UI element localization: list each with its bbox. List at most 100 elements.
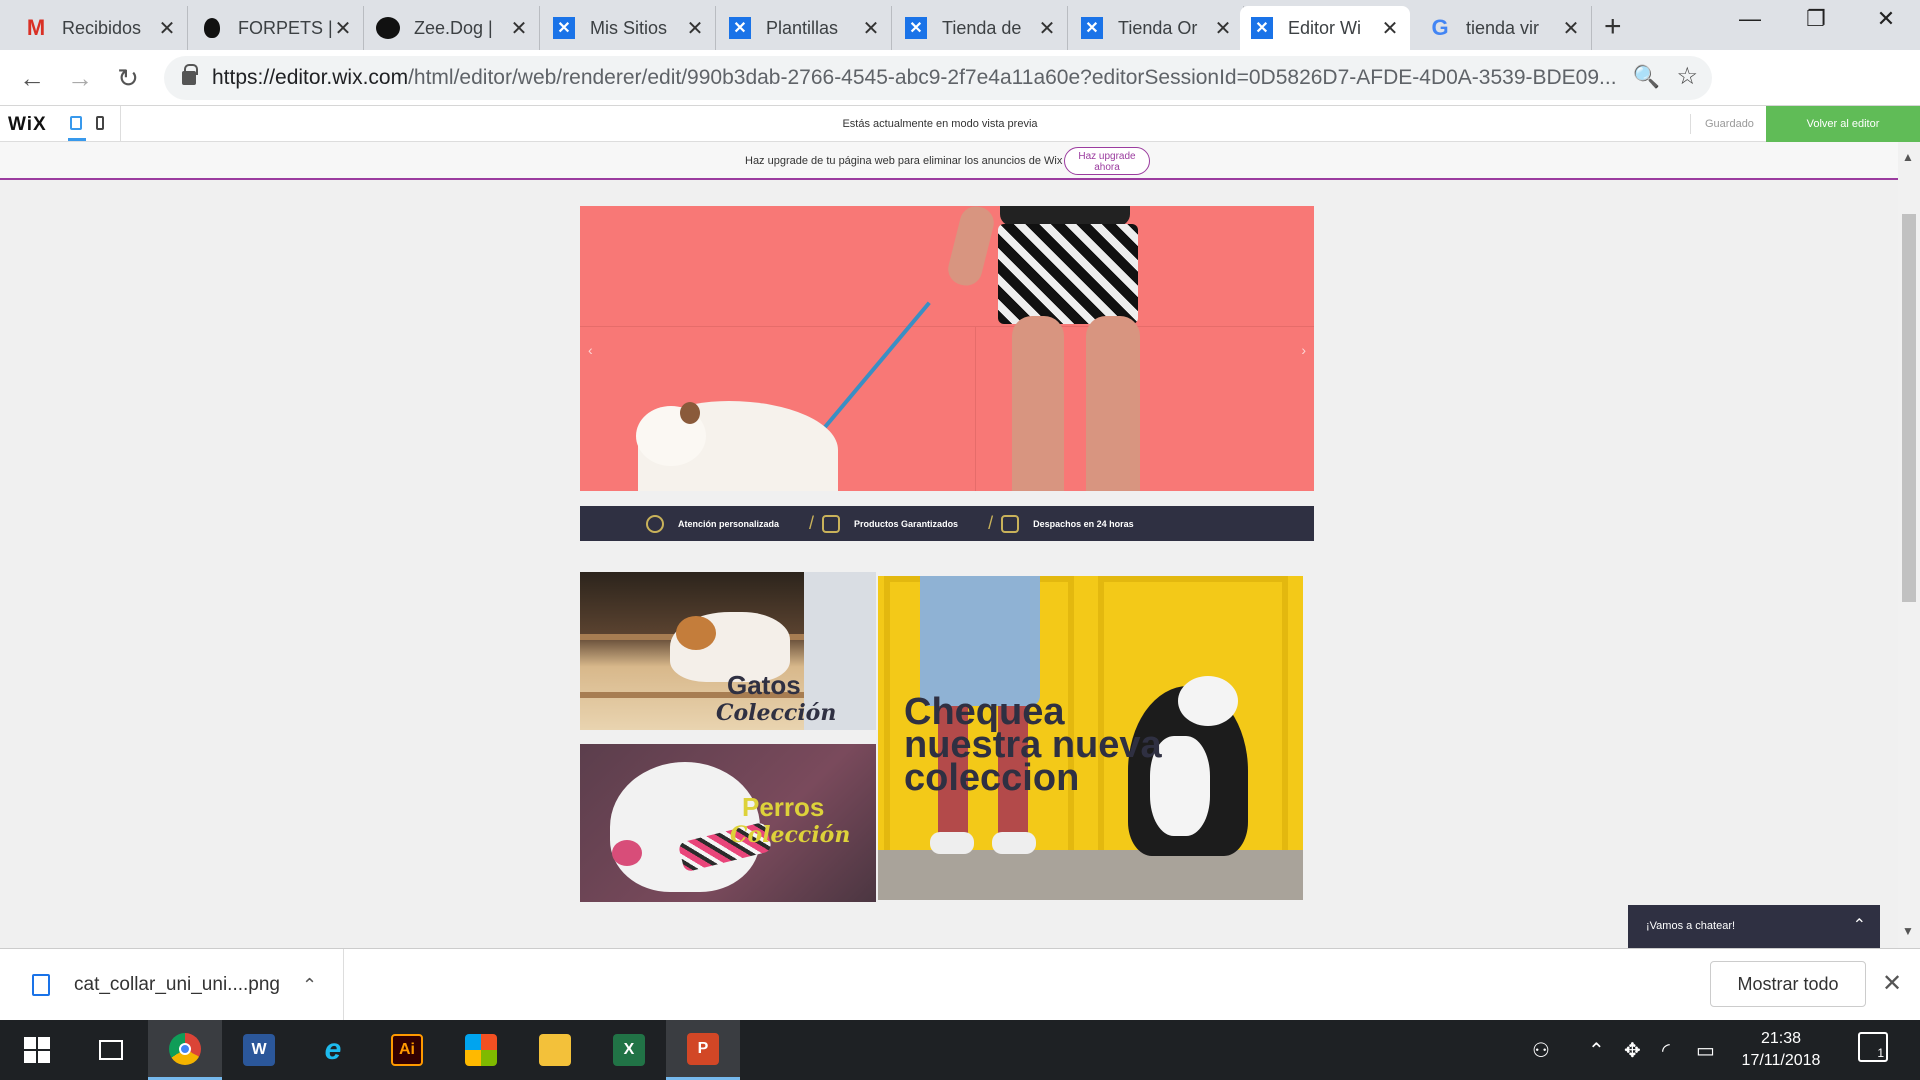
chevron-up-icon[interactable]: ⌃ — [302, 975, 317, 996]
tab-plantillas[interactable]: ✕ Plantillas ✕ — [718, 6, 892, 50]
cats-title: Gatos — [727, 670, 801, 700]
sneaker — [930, 832, 974, 854]
close-window-button[interactable]: ✕ — [1866, 6, 1906, 32]
minimize-button[interactable]: — — [1730, 6, 1770, 32]
download-item[interactable]: cat_collar_uni_uni....png ⌃ — [0, 949, 344, 1021]
tab-tienda-or[interactable]: ✕ Tienda Or ✕ — [1070, 6, 1244, 50]
start-button[interactable] — [0, 1020, 74, 1080]
close-tab-icon[interactable]: ✕ — [509, 16, 529, 41]
illustrator-icon: Ai — [391, 1034, 423, 1066]
preview-mode-message: Estás actualmente en modo vista previa — [842, 118, 1038, 130]
hero-banner-image: ‹ › — [580, 206, 1314, 491]
cats-collection-tile[interactable]: Gatos Colección — [580, 572, 876, 730]
chrome-icon — [169, 1032, 201, 1065]
slider-next-icon[interactable]: › — [1301, 342, 1306, 358]
address-bar[interactable]: https://editor.wix.com/html/editor/web/r… — [164, 56, 1712, 100]
wix-icon: ✕ — [728, 16, 752, 40]
system-clock[interactable]: 21:38 17/11/2018 — [1736, 1028, 1826, 1072]
taskbar-illustrator[interactable]: Ai — [370, 1020, 444, 1080]
close-tab-icon[interactable]: ✕ — [1213, 16, 1233, 41]
scrollbar-thumb[interactable] — [1902, 214, 1916, 602]
dog-tongue — [612, 840, 642, 866]
chat-widget[interactable]: ¡Vamos a chatear! ⌃ — [1628, 905, 1880, 948]
close-tab-icon[interactable]: ✕ — [157, 16, 177, 41]
gmail-icon: M — [26, 15, 46, 40]
microsoft-store-icon — [465, 1034, 497, 1066]
show-hidden-icons-icon[interactable]: ⌃ — [1588, 1038, 1605, 1063]
tab-title: Tienda de — [942, 17, 1022, 38]
upgrade-banner: Haz upgrade de tu página web para elimin… — [0, 142, 1898, 180]
close-tab-icon[interactable]: ✕ — [1380, 16, 1400, 41]
tab-google-search[interactable]: G tienda vir ✕ — [1418, 6, 1592, 50]
cat-spot — [676, 616, 716, 650]
clock-time: 21:38 — [1760, 1030, 1802, 1047]
sidewalk — [878, 850, 1303, 900]
taskbar-excel[interactable]: X — [592, 1020, 666, 1080]
new-tab-button[interactable]: + — [1604, 10, 1622, 44]
upgrade-now-button[interactable]: Haz upgrade ahora — [1064, 147, 1150, 175]
tab-title: Zee.Dog | — [414, 17, 493, 38]
taskbar-internet-explorer[interactable]: e — [296, 1020, 370, 1080]
action-center-icon[interactable]: 1 — [1858, 1032, 1888, 1062]
task-view-button[interactable] — [74, 1020, 148, 1080]
benefit-label: Despachos en 24 horas — [1033, 518, 1134, 529]
back-to-editor-button[interactable]: Volver al editor — [1766, 106, 1920, 142]
taskbar-powerpoint[interactable]: P — [666, 1020, 740, 1080]
benefit-label: Productos Garantizados — [854, 518, 959, 529]
excel-icon: X — [613, 1034, 645, 1066]
forpets-icon — [200, 16, 224, 40]
wall-line — [580, 326, 1314, 327]
url-host: https://editor.wix.com — [212, 66, 409, 89]
restore-button[interactable]: ❐ — [1796, 6, 1836, 32]
headset-icon — [646, 514, 664, 533]
wix-icon: ✕ — [1080, 16, 1104, 40]
download-file-name[interactable]: cat_collar_uni_uni....png — [74, 974, 280, 996]
reload-button[interactable]: ↻ — [112, 62, 144, 94]
zoom-icon[interactable]: 🔍 — [1633, 64, 1660, 90]
tab-tienda-de[interactable]: ✕ Tienda de ✕ — [894, 6, 1068, 50]
page-scrollbar[interactable] — [1898, 142, 1920, 948]
upgrade-message: Haz upgrade de tu página web para elimin… — [745, 155, 1063, 167]
battery-icon[interactable]: ▭ — [1696, 1038, 1715, 1063]
show-all-downloads-button[interactable]: Mostrar todo — [1710, 961, 1866, 1007]
taskbar-chrome[interactable] — [148, 1020, 222, 1080]
scroll-down-arrow-icon[interactable]: ▼ — [1902, 924, 1914, 938]
slider-prev-icon[interactable]: ‹ — [588, 342, 593, 358]
internet-explorer-icon: e — [324, 1033, 342, 1066]
dropbox-icon[interactable]: ✥ — [1624, 1038, 1641, 1063]
tab-editor-wix[interactable]: ✕ Editor Wi ✕ — [1240, 6, 1410, 50]
wifi-icon[interactable]: ◜ — [1662, 1038, 1670, 1063]
close-tab-icon[interactable]: ✕ — [685, 16, 705, 41]
taskbar-store[interactable] — [444, 1020, 518, 1080]
dogs-subtitle: Colección — [730, 822, 851, 848]
wix-icon: ✕ — [1250, 16, 1274, 40]
taskbar-file-explorer[interactable] — [518, 1020, 592, 1080]
people-icon[interactable]: ⚇ — [1532, 1038, 1550, 1063]
browser-tab-strip: M Recibidos ✕ FORPETS | ✕ Zee.Dog | ✕ ✕ … — [0, 0, 1920, 50]
taskbar-word[interactable]: W — [222, 1020, 296, 1080]
dog-leash — [818, 301, 931, 435]
tab-gmail[interactable]: M Recibidos ✕ — [14, 6, 188, 50]
close-tab-icon[interactable]: ✕ — [861, 16, 881, 41]
cats-subtitle: Colección — [716, 700, 837, 726]
dogs-collection-tile[interactable]: Perros Colección — [580, 744, 876, 902]
tab-title: Recibidos — [62, 17, 142, 38]
url-text[interactable]: https://editor.wix.com/html/editor/web/r… — [212, 66, 1652, 90]
wall-line — [975, 326, 976, 491]
dogs-title: Perros — [742, 792, 825, 822]
tab-forpets[interactable]: FORPETS | ✕ — [190, 6, 364, 50]
chevron-up-icon[interactable]: ⌃ — [1853, 915, 1866, 935]
tab-mis-sitios[interactable]: ✕ Mis Sitios ✕ — [542, 6, 716, 50]
powerpoint-icon: P — [687, 1032, 719, 1065]
close-tab-icon[interactable]: ✕ — [333, 16, 353, 41]
scroll-up-arrow-icon[interactable]: ▲ — [1902, 150, 1914, 164]
tab-zeedog[interactable]: Zee.Dog | ✕ — [366, 6, 540, 50]
close-tab-icon[interactable]: ✕ — [1037, 16, 1057, 41]
forward-button[interactable]: → — [64, 62, 96, 94]
download-shelf: cat_collar_uni_uni....png ⌃ Mostrar todo… — [0, 948, 1920, 1021]
close-shelf-icon[interactable]: ✕ — [1882, 969, 1902, 998]
bookmark-star-icon[interactable]: ☆ — [1676, 62, 1698, 91]
close-tab-icon[interactable]: ✕ — [1561, 16, 1581, 41]
back-button[interactable]: ← — [16, 62, 48, 94]
new-collection-tile[interactable]: Chequea nuestra nueva coleccion — [878, 576, 1303, 900]
